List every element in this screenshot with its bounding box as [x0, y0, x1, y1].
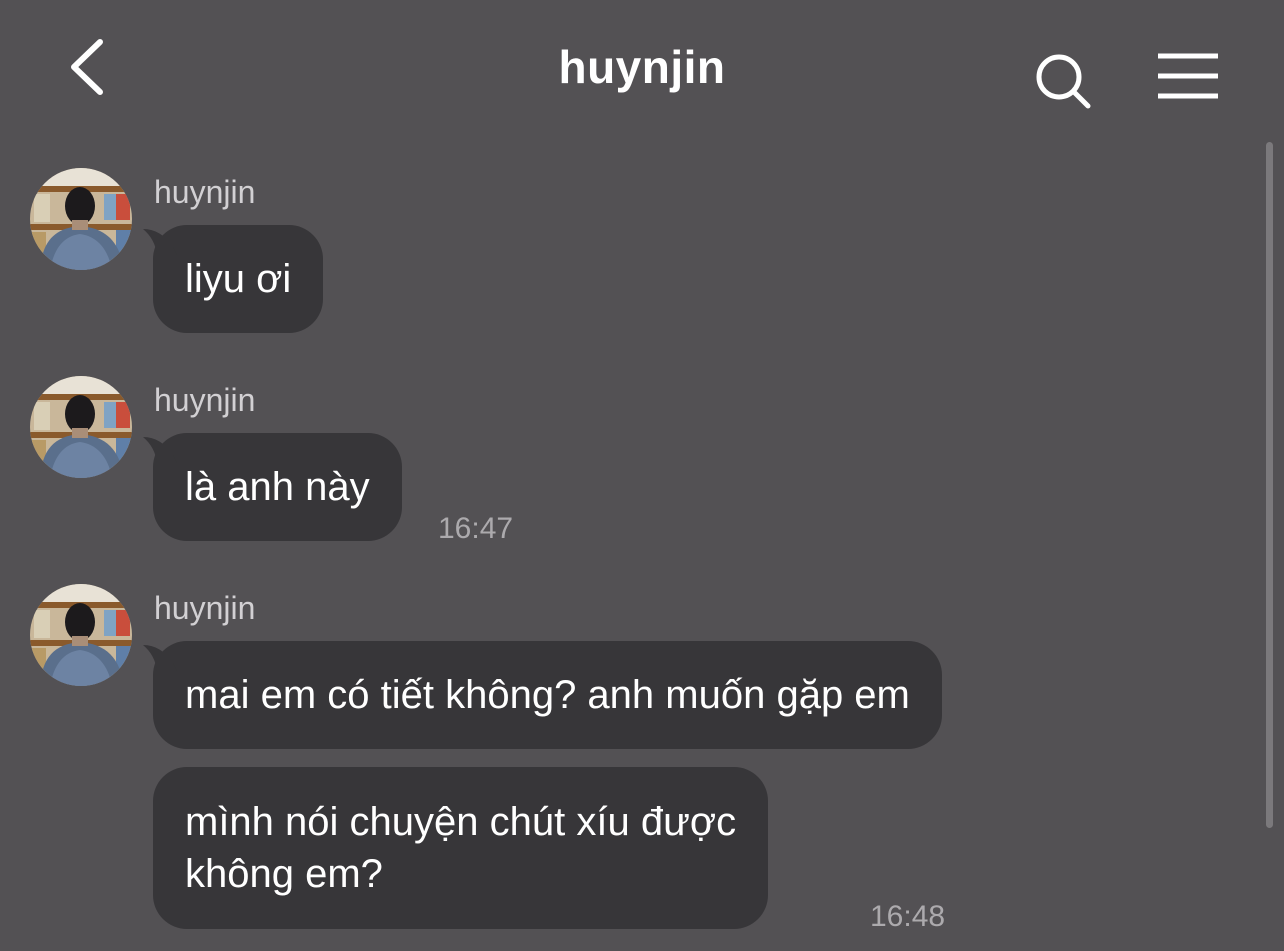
- message-bubble[interactable]: liyu ơi: [143, 225, 324, 333]
- message-bubble[interactable]: mai em có tiết không? anh muốn gặp em: [143, 641, 942, 749]
- message-timestamp: 16:47: [438, 512, 514, 545]
- chat-header: huynjin: [0, 0, 1284, 140]
- sender-name: huynjin: [154, 382, 256, 418]
- message-bubble[interactable]: mình nói chuyện chút xíu được không em?: [153, 767, 769, 929]
- bubble-tail: [143, 229, 177, 255]
- message-text: liyu ơi: [185, 257, 292, 301]
- message-bubble[interactable]: là anh này: [143, 433, 402, 541]
- sender-name: huynjin: [154, 174, 256, 210]
- message-timestamp: 16:48: [870, 900, 946, 933]
- message-text: là anh này: [185, 465, 370, 509]
- search-icon: [1036, 54, 1091, 109]
- avatar[interactable]: [30, 584, 132, 686]
- scrollbar[interactable]: [1266, 142, 1273, 828]
- search-button[interactable]: [1032, 50, 1096, 114]
- sender-name: huynjin: [154, 590, 256, 626]
- hamburger-menu-icon: [1158, 53, 1218, 99]
- message-text: mình nói chuyện chút xíu được không em?: [185, 800, 737, 896]
- bubble-tail: [143, 437, 177, 463]
- menu-button[interactable]: [1156, 50, 1220, 102]
- avatar[interactable]: [30, 376, 132, 478]
- avatar[interactable]: [30, 168, 132, 270]
- bubble-tail: [143, 645, 177, 671]
- message-text: mai em có tiết không? anh muốn gặp em: [185, 673, 910, 717]
